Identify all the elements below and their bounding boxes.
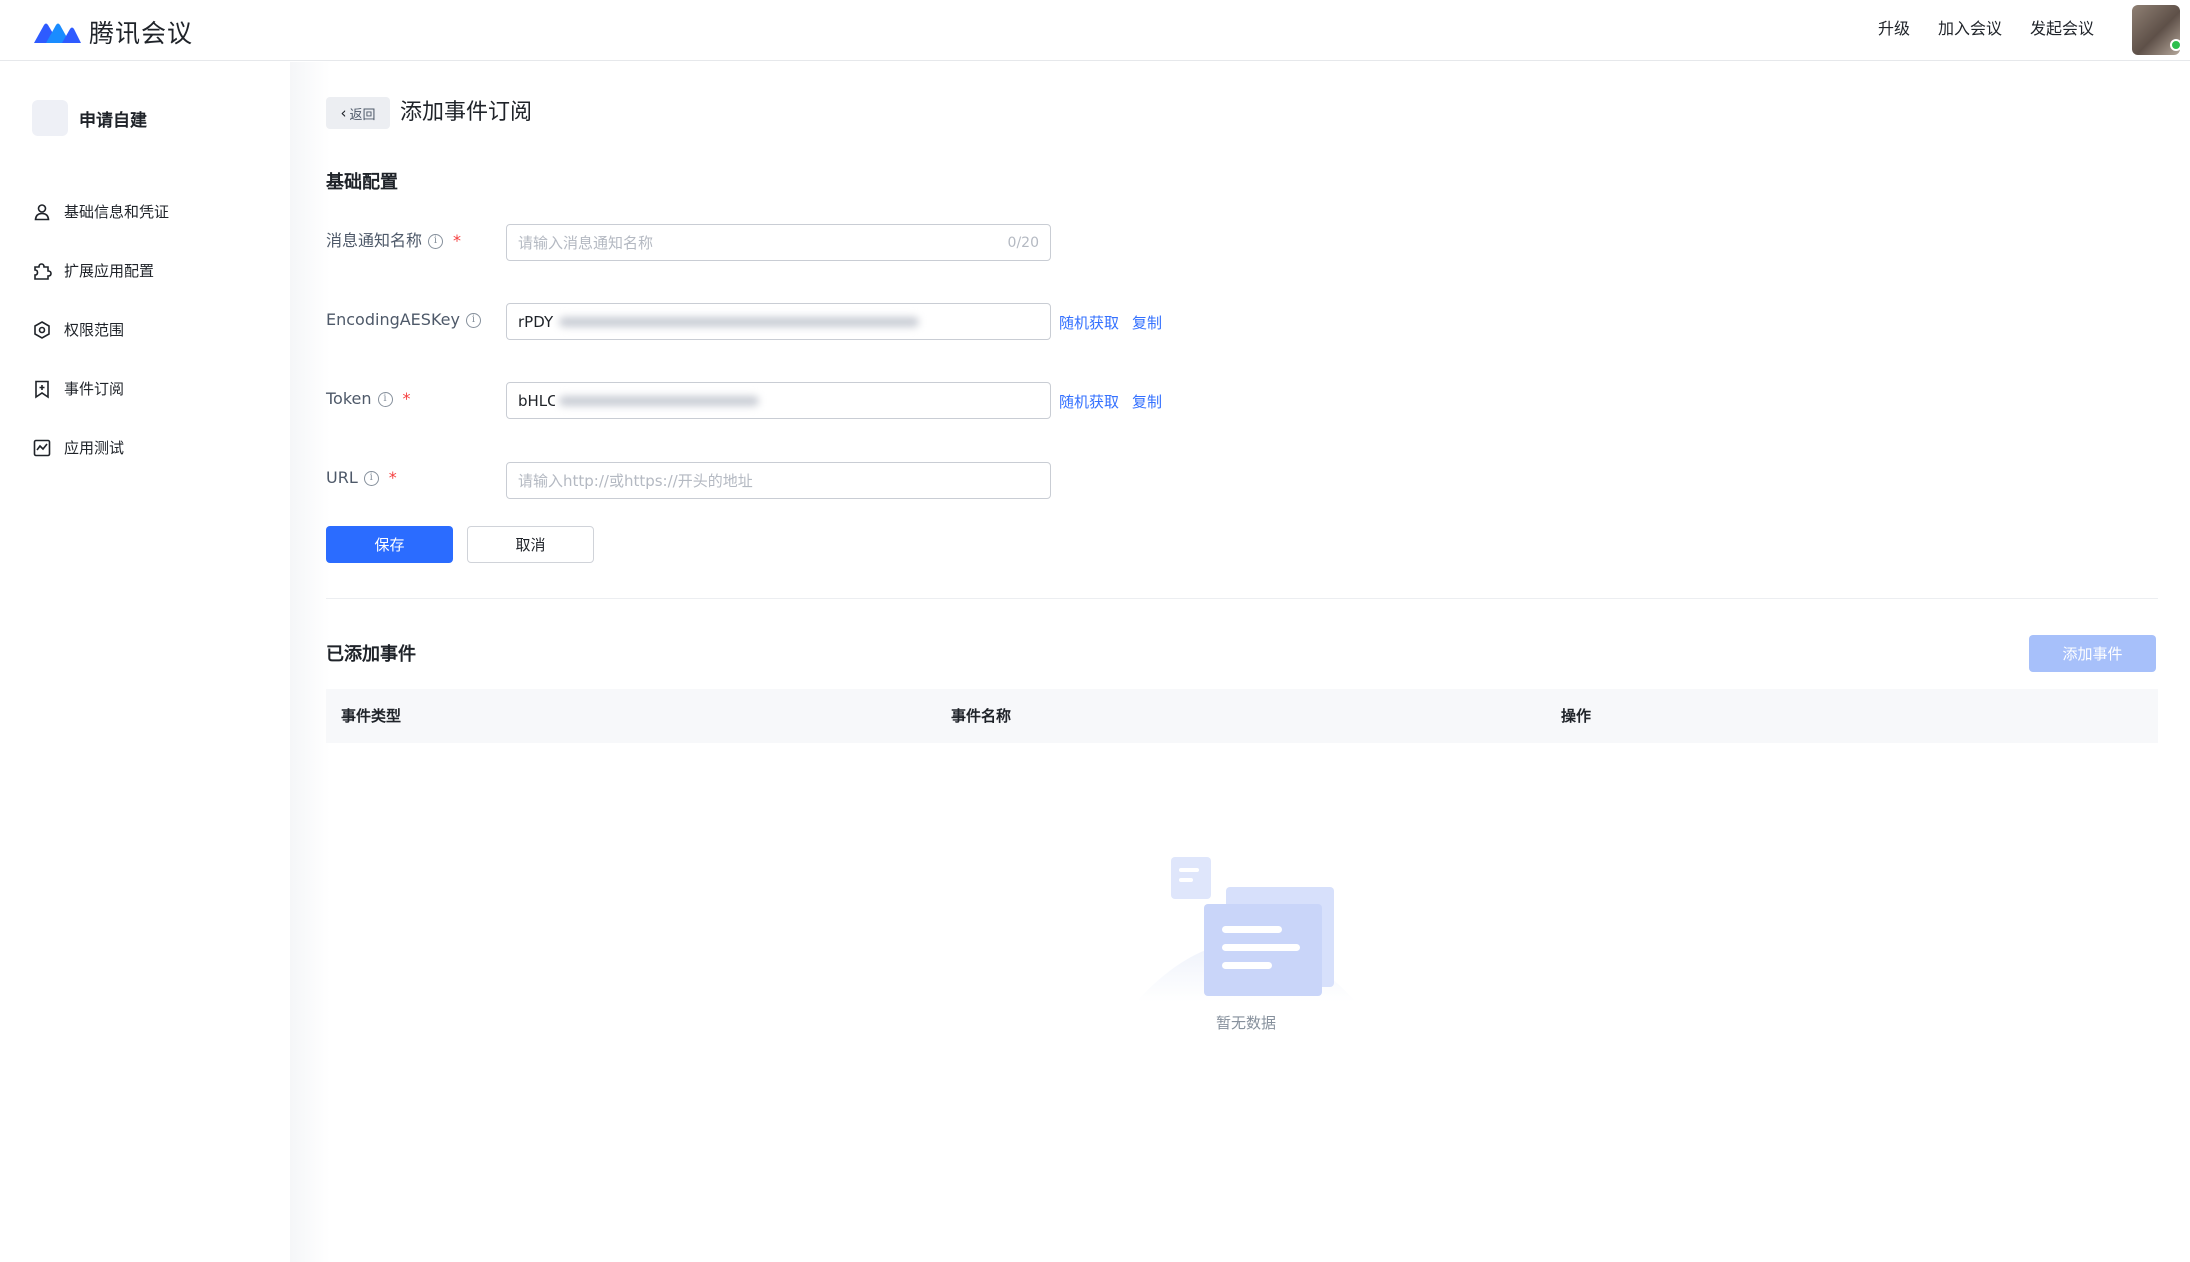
back-button[interactable]: ‹ 返回 (326, 97, 390, 129)
aes-random-link[interactable]: 随机获取 (1059, 312, 1119, 333)
sidebar-item-label: 基础信息和凭证 (64, 203, 170, 221)
brand-name: 腾讯会议 (89, 19, 194, 48)
save-button[interactable]: 保存 (326, 526, 453, 563)
aes-key-value: rPDY (518, 312, 554, 331)
redacted-line (559, 396, 759, 406)
aes-copy-link[interactable]: 复制 (1132, 312, 1162, 333)
online-status-badge (2170, 39, 2182, 51)
token-label: Token i * (326, 388, 411, 410)
url-input[interactable]: 请输入http://或https://开头的地址 (506, 462, 1051, 499)
token-input[interactable]: bHLC (506, 382, 1051, 419)
name-char-count: 0/20 (1007, 234, 1039, 251)
name-field-label-text: 消息通知名称 (326, 231, 423, 250)
puzzle-icon (32, 261, 52, 281)
info-icon[interactable]: i (428, 233, 444, 249)
info-icon[interactable]: i (363, 470, 379, 486)
column-header-actions: 操作 (1561, 707, 1592, 725)
sidebar-item-event-subscription[interactable]: 事件订阅 (32, 359, 169, 418)
app-name: 申请自建 (79, 110, 147, 131)
section-divider (326, 598, 2158, 599)
redacted-value (555, 306, 945, 337)
token-copy-link[interactable]: 复制 (1132, 391, 1162, 412)
cancel-button[interactable]: 取消 (467, 526, 594, 563)
name-field-label: 消息通知名称 i * (326, 230, 461, 252)
app-header: 申请自建 (32, 100, 147, 136)
redacted-line (559, 317, 919, 327)
url-input-placeholder: 请输入http://或https://开头的地址 (518, 472, 753, 490)
sidebar-item-label: 权限范围 (64, 321, 125, 339)
sidebar-item-app-test[interactable]: 应用测试 (32, 418, 169, 477)
token-value: bHLC (518, 391, 558, 410)
sidebar-menu: 基础信息和凭证 扩展应用配置 权限范围 事件订阅 应用测试 (32, 182, 169, 477)
app-icon (32, 100, 68, 136)
sidebar-item-label: 应用测试 (64, 439, 125, 457)
user-icon (32, 202, 52, 222)
aes-key-label-text: EncodingAESKey (326, 310, 460, 329)
info-icon[interactable]: i (465, 312, 481, 328)
avatar[interactable] (2132, 5, 2182, 55)
empty-documents-icon (1136, 857, 1356, 1002)
empty-state: 暂无数据 (1126, 842, 1366, 1042)
page-title: 添加事件订阅 (400, 100, 533, 125)
sidebar-shadow (290, 62, 330, 1262)
name-input[interactable]: 请输入消息通知名称 0/20 (506, 224, 1051, 261)
column-header-event-type: 事件类型 (341, 707, 402, 725)
sidebar-item-permissions[interactable]: 权限范围 (32, 300, 169, 359)
chevron-left-icon: ‹ (340, 104, 347, 122)
sidebar-item-basic-info[interactable]: 基础信息和凭证 (32, 182, 169, 241)
chart-icon (32, 438, 52, 458)
token-label-text: Token (326, 389, 372, 408)
bookmark-plus-icon (32, 379, 52, 399)
added-events-title: 已添加事件 (326, 644, 416, 665)
redacted-value (555, 385, 945, 416)
add-event-button[interactable]: 添加事件 (2029, 635, 2156, 672)
top-bar: 腾讯会议 升级 加入会议 发起会议 (0, 0, 2190, 61)
top-nav: 升级 加入会议 发起会议 (1850, 18, 2094, 40)
sidebar: 申请自建 基础信息和凭证 扩展应用配置 权限范围 事件订阅 应用测试 (0, 62, 290, 1262)
start-meeting-link[interactable]: 发起会议 (2030, 18, 2094, 40)
back-button-label: 返回 (349, 107, 376, 123)
sidebar-item-label: 扩展应用配置 (64, 262, 155, 280)
join-meeting-link[interactable]: 加入会议 (1938, 18, 2002, 40)
sidebar-item-extension-config[interactable]: 扩展应用配置 (32, 241, 169, 300)
token-random-link[interactable]: 随机获取 (1059, 391, 1119, 412)
empty-state-text: 暂无数据 (1215, 1014, 1276, 1032)
brand-logo[interactable]: 腾讯会议 (32, 14, 193, 50)
upgrade-link[interactable]: 升级 (1878, 18, 1910, 40)
name-input-placeholder: 请输入消息通知名称 (518, 234, 654, 252)
column-header-event-name: 事件名称 (951, 707, 1012, 725)
sidebar-item-label: 事件订阅 (64, 380, 125, 398)
shield-gear-icon (32, 320, 52, 340)
required-mark: * (453, 231, 462, 250)
events-table-header: 事件类型 事件名称 操作 (326, 689, 2158, 743)
aes-key-input[interactable]: rPDY (506, 303, 1051, 340)
info-icon[interactable]: i (377, 391, 393, 407)
tencent-meeting-logo-icon (34, 23, 81, 43)
required-mark: * (388, 468, 397, 487)
required-mark: * (402, 389, 411, 408)
main-content: ‹ 返回 添加事件订阅 基础配置 消息通知名称 i * 请输入消息通知名称 0/… (326, 62, 2158, 1262)
aes-key-label: EncodingAESKey i (326, 309, 481, 331)
url-label: URL i * (326, 467, 397, 489)
url-label-text: URL (326, 468, 358, 487)
basic-config-title: 基础配置 (326, 172, 398, 193)
